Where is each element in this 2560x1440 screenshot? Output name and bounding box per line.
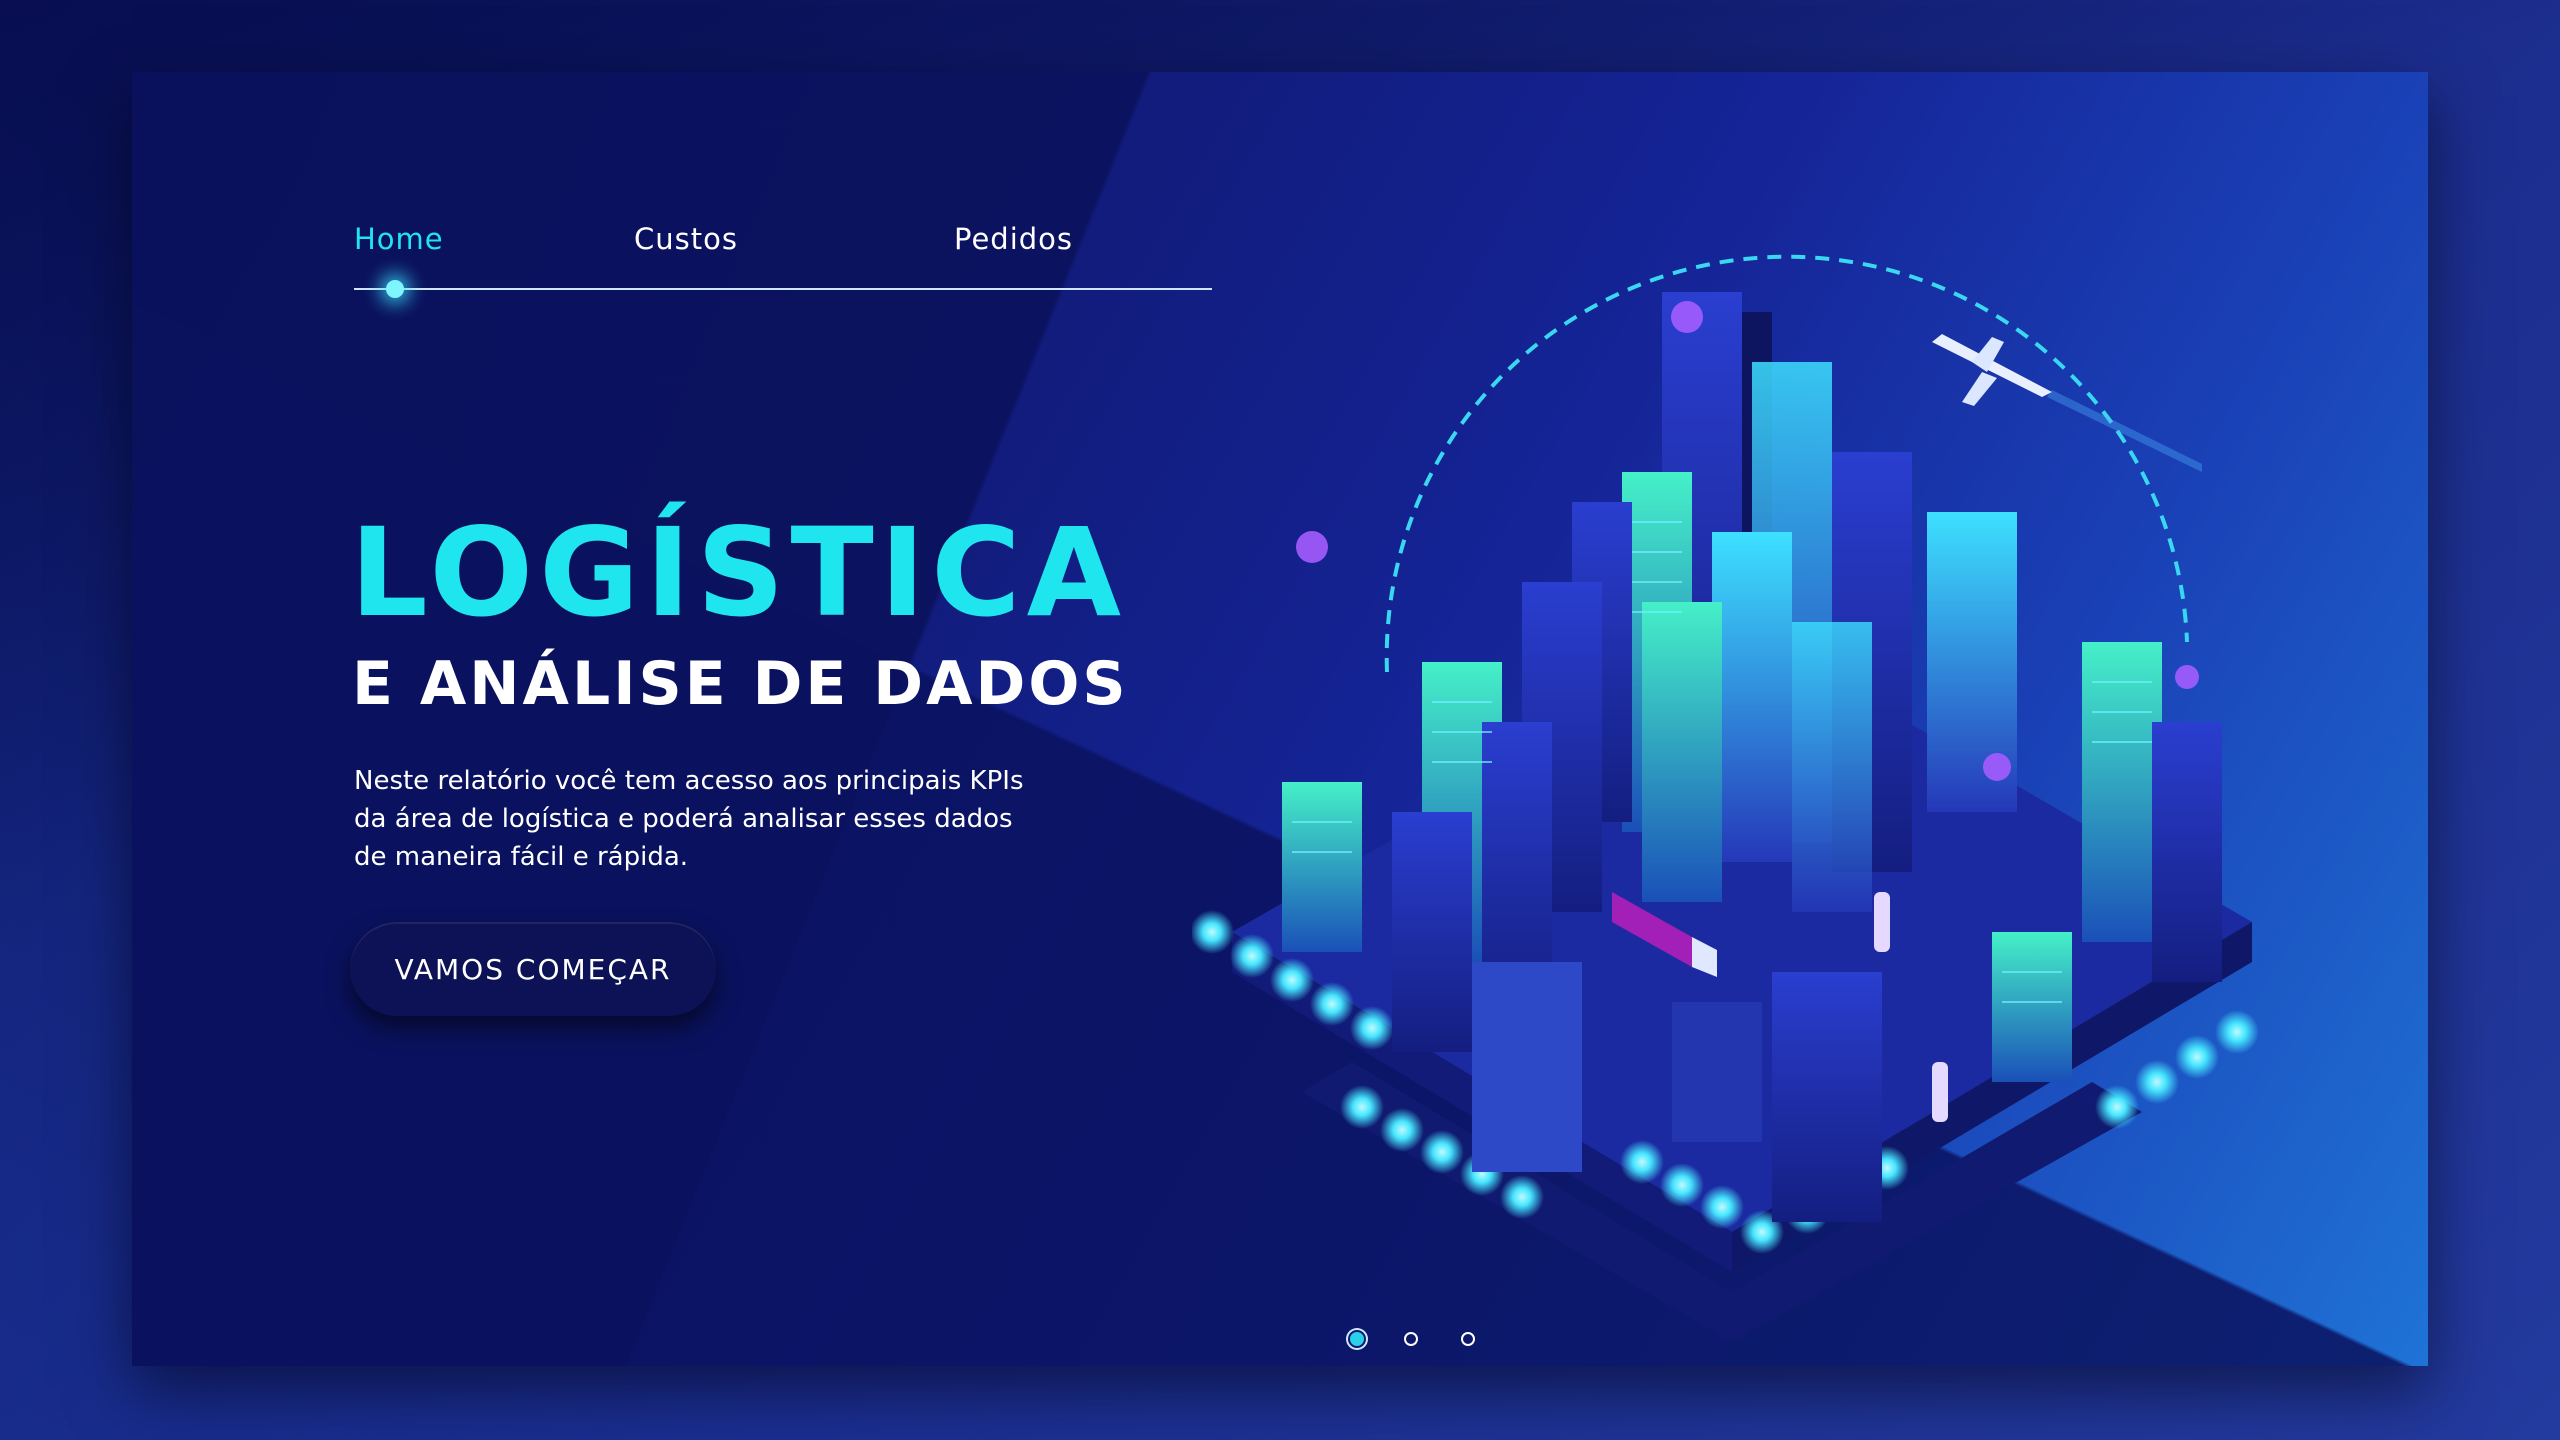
nav-item-custos[interactable]: Custos — [634, 222, 738, 256]
nav-item-home[interactable]: Home — [354, 222, 444, 256]
hero-description: Neste relatório você tem acesso aos prin… — [354, 762, 1134, 876]
nav-underline — [354, 288, 1212, 290]
description-line: da área de logística e poderá analisar e… — [354, 804, 1013, 834]
smart-city-illustration — [1192, 254, 2259, 1342]
hero-card: Home Custos Pedidos LOGÍSTICA E ANÁLISE … — [132, 72, 2428, 1366]
top-nav: Home Custos Pedidos — [354, 222, 1214, 302]
nav-active-indicator — [386, 280, 404, 298]
start-button[interactable]: VAMOS COMEÇAR — [350, 922, 716, 1016]
description-line: Neste relatório você tem acesso aos prin… — [354, 766, 1024, 796]
page-subtitle: E ANÁLISE DE DADOS — [352, 649, 1129, 719]
description-line: de maneira fácil e rápida. — [354, 842, 689, 872]
nav-item-pedidos[interactable]: Pedidos — [954, 222, 1073, 256]
page-title: LOGÍSTICA — [350, 502, 1128, 644]
airplane — [1932, 334, 2202, 472]
